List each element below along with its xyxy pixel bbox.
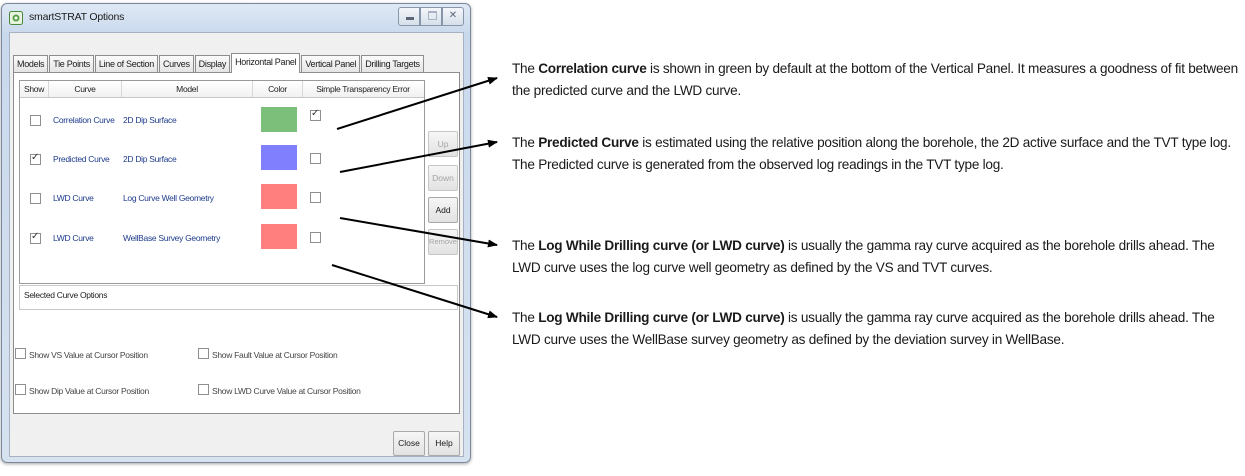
- tab-display[interactable]: Display: [194, 55, 231, 73]
- minimize-icon: [406, 17, 414, 20]
- remove-button[interactable]: Remove: [428, 229, 458, 255]
- down-button[interactable]: Down: [428, 165, 458, 191]
- show-fault-value-option[interactable]: Show Fault Value at Cursor Position: [198, 347, 338, 360]
- smartstrat-app-icon: [9, 11, 23, 25]
- minimize-button[interactable]: [398, 7, 420, 26]
- checkbox[interactable]: [198, 348, 209, 359]
- show-checkbox[interactable]: ✓: [30, 231, 41, 244]
- desc-text: The: [512, 135, 539, 150]
- desc-term: Predicted Curve: [538, 135, 639, 150]
- description-lwd-log: The Log While Drilling curve (or LWD cur…: [512, 235, 1242, 279]
- desc-text: The: [512, 238, 539, 253]
- curve-name: LWD Curve: [53, 193, 94, 203]
- window-title: smartSTRAT Options: [29, 11, 125, 23]
- show-lwd-value-option[interactable]: Show LWD Curve Value at Cursor Position: [198, 383, 361, 396]
- close-window-button[interactable]: ✕: [442, 7, 464, 26]
- option-label: Show Fault Value at Cursor Position: [212, 350, 338, 360]
- column-header-color[interactable]: Color: [253, 81, 303, 97]
- title-bar[interactable]: smartSTRAT Options ✕: [2, 4, 470, 32]
- transparency-checkbox[interactable]: [310, 232, 321, 243]
- caption-buttons: ✕: [398, 7, 464, 26]
- checkbox[interactable]: [15, 384, 26, 395]
- column-header-show[interactable]: Show: [20, 81, 49, 97]
- desc-term: Log While Drilling curve (or LWD curve): [538, 238, 785, 253]
- tab-line-of-section[interactable]: Line of Section: [94, 55, 158, 73]
- model-name: 2D Dip Surface: [123, 154, 177, 164]
- model-name: Log Curve Well Geometry: [123, 193, 214, 203]
- show-checkbox[interactable]: [30, 193, 41, 204]
- color-swatch[interactable]: [261, 107, 297, 132]
- column-header-model[interactable]: Model: [122, 81, 253, 97]
- up-button[interactable]: Up: [428, 131, 458, 157]
- column-header-transparency[interactable]: Simple Transparency Error: [303, 81, 423, 97]
- close-button[interactable]: Close: [393, 431, 425, 456]
- curve-grid: Show Curve Model Color Simple Transparen…: [19, 80, 425, 284]
- tab-models[interactable]: Models: [13, 55, 49, 73]
- column-header-curve[interactable]: Curve: [49, 81, 122, 97]
- grid-row-predicted[interactable]: ✓ Predicted Curve 2D Dip Surface: [20, 139, 424, 177]
- color-swatch[interactable]: [261, 184, 297, 209]
- grid-row-lwd-wellbase[interactable]: ✓ LWD Curve WellBase Survey Geometry: [20, 218, 424, 256]
- description-correlation: The Correlation curve is shown in green …: [512, 58, 1242, 102]
- description-lwd-wellbase: The Log While Drilling curve (or LWD cur…: [512, 307, 1242, 351]
- desc-term: Correlation curve: [538, 61, 647, 76]
- checkbox[interactable]: [15, 348, 26, 359]
- group-label: Selected Curve Options: [24, 290, 108, 300]
- description-predicted: The Predicted Curve is estimated using t…: [512, 132, 1242, 176]
- add-button[interactable]: Add: [428, 197, 458, 223]
- grid-header: Show Curve Model Color Simple Transparen…: [20, 81, 424, 98]
- check-icon: ✓: [311, 108, 320, 119]
- checkbox[interactable]: [198, 384, 209, 395]
- horizontal-panel-page: Show Curve Model Color Simple Transparen…: [13, 72, 460, 414]
- help-button[interactable]: Help: [428, 431, 460, 456]
- desc-term: Log While Drilling curve (or LWD curve): [538, 310, 785, 325]
- check-icon: ✓: [31, 152, 40, 163]
- tab-horizontal-panel[interactable]: Horizontal Panel: [231, 53, 301, 73]
- close-icon: ✕: [448, 10, 458, 21]
- maximize-icon: [428, 11, 437, 20]
- tab-strip: Models Tie Points Line of Section Curves…: [13, 53, 425, 73]
- color-swatch[interactable]: [261, 145, 297, 170]
- option-label: Show Dip Value at Cursor Position: [29, 386, 149, 396]
- show-checkbox[interactable]: [30, 115, 41, 126]
- show-dip-value-option[interactable]: Show Dip Value at Cursor Position: [15, 383, 149, 396]
- option-label: Show VS Value at Cursor Position: [29, 350, 148, 360]
- desc-text: The: [512, 310, 539, 325]
- show-vs-value-option[interactable]: Show VS Value at Cursor Position: [15, 347, 148, 360]
- transparency-checkbox[interactable]: [310, 153, 321, 164]
- curve-name: LWD Curve: [53, 233, 94, 243]
- model-name: 2D Dip Surface: [123, 115, 177, 125]
- curve-name: Predicted Curve: [53, 154, 110, 164]
- options-dialog: smartSTRAT Options ✕ Models Tie Points L…: [1, 3, 471, 463]
- curve-name: Correlation Curve: [53, 115, 115, 125]
- tab-drilling-targets[interactable]: Drilling Targets: [361, 55, 424, 73]
- check-icon: ✓: [31, 231, 40, 242]
- show-checkbox[interactable]: ✓: [30, 152, 41, 165]
- transparency-checkbox[interactable]: ✓: [310, 108, 321, 121]
- option-label: Show LWD Curve Value at Cursor Position: [212, 386, 361, 396]
- selected-curve-options-group: Selected Curve Options: [19, 285, 458, 310]
- maximize-button[interactable]: [420, 7, 442, 26]
- tab-vertical-panel[interactable]: Vertical Panel: [301, 55, 361, 73]
- tab-curves[interactable]: Curves: [158, 55, 194, 73]
- tab-tie-points[interactable]: Tie Points: [49, 55, 94, 73]
- grid-row-correlation[interactable]: Correlation Curve 2D Dip Surface ✓: [20, 101, 424, 139]
- color-swatch[interactable]: [261, 224, 297, 249]
- dialog-client-area: Models Tie Points Line of Section Curves…: [9, 32, 464, 457]
- transparency-checkbox[interactable]: [310, 192, 321, 203]
- desc-text: The: [512, 61, 539, 76]
- model-name: WellBase Survey Geometry: [123, 233, 221, 243]
- grid-row-lwd-log-curve[interactable]: LWD Curve Log Curve Well Geometry: [20, 178, 424, 216]
